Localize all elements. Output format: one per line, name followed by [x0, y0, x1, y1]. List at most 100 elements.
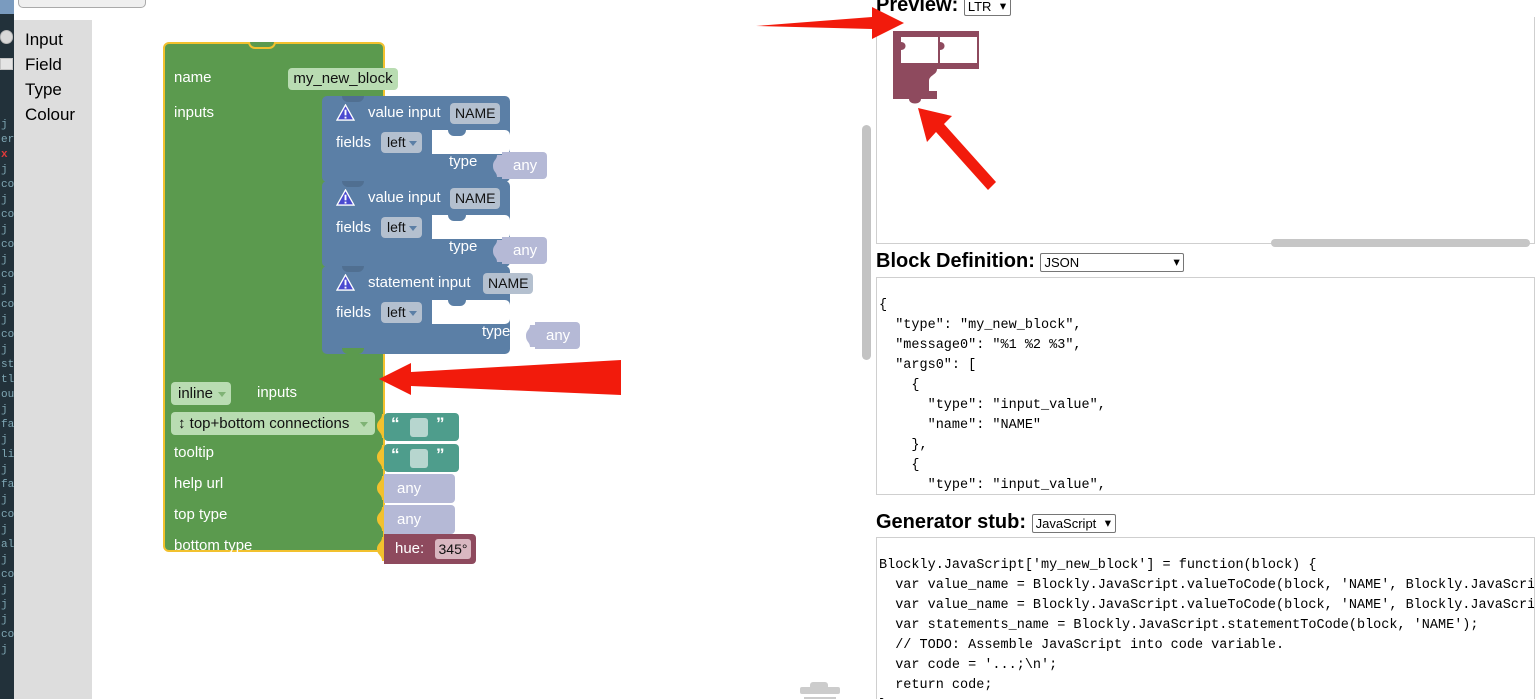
quote-open-glyph: “ — [391, 414, 400, 433]
input-name-field[interactable]: NAME — [450, 188, 500, 209]
toolbox-item-input[interactable]: Input — [14, 27, 92, 52]
preview-direction-select[interactable]: LTR — [963, 0, 1011, 17]
editor-code-line: co — [1, 569, 14, 581]
fields-socket[interactable] — [432, 300, 510, 324]
tooltip-row-label: tooltip — [174, 444, 215, 461]
editor-code-line: er — [1, 134, 14, 146]
editor-code-line: fa — [1, 419, 14, 431]
hue-value-input[interactable]: 345° — [435, 539, 471, 559]
editor-code-line: j — [1, 254, 8, 266]
preview-horizontal-scrollbar[interactable] — [1271, 239, 1530, 247]
editor-code-line: co — [1, 179, 14, 191]
generator-stub-heading: Generator stub: — [876, 511, 1027, 533]
preview-heading: Preview: — [876, 0, 959, 16]
top-type-block[interactable]: any — [384, 474, 455, 503]
preview-block-shape[interactable] — [891, 29, 986, 109]
editor-code-line: j — [1, 284, 8, 296]
blockly-toolbox: Input Field Type Colour — [14, 20, 92, 699]
input-name-field[interactable]: NAME — [450, 103, 500, 124]
block-notch — [342, 96, 364, 102]
statement-input-block-3[interactable]: statement input NAME fields left type — [322, 266, 533, 354]
type-label: type — [449, 238, 478, 255]
tooltip-text-block[interactable]: “ ” — [384, 413, 459, 441]
editor-code-line: j — [1, 614, 8, 626]
window-chrome-pill — [0, 30, 13, 44]
editor-code-line: j — [1, 599, 8, 611]
colour-hue-block[interactable]: hue: 345° — [384, 534, 476, 564]
window-chrome-fragment — [0, 0, 14, 14]
helpurl-row-label: help url — [174, 475, 224, 492]
input-kind-label: value input — [368, 104, 441, 121]
block-definition-format-select[interactable]: JSON — [1040, 253, 1185, 273]
block-notch — [342, 181, 364, 187]
toolbox-item-field[interactable]: Field — [14, 52, 92, 77]
editor-code-line: ou — [1, 389, 14, 401]
trashcan-lid — [800, 687, 840, 694]
editor-code-line: j — [1, 584, 8, 596]
helpurl-text-block[interactable]: “ ” — [384, 444, 459, 472]
editor-code-line: j — [1, 494, 8, 506]
fields-socket[interactable] — [432, 130, 510, 154]
block-top-notch — [248, 42, 276, 49]
trashcan-icon[interactable] — [798, 675, 842, 699]
workspace-vertical-scrollbar[interactable] — [862, 125, 871, 360]
editor-code-line: co — [1, 239, 14, 251]
editor-code-line: tl — [1, 374, 14, 386]
editor-code-line: j — [1, 434, 8, 446]
inline-mode-dropdown[interactable]: inline — [171, 382, 232, 405]
blockly-workspace[interactable]: name my_new_block inputs inline inputs ↕… — [92, 20, 864, 699]
bottom-type-block[interactable]: any — [384, 505, 455, 534]
toolbox-item-colour[interactable]: Colour — [14, 102, 92, 127]
quote-open-glyph: “ — [391, 445, 400, 464]
block-name-input[interactable]: my_new_block — [288, 68, 398, 90]
fields-socket[interactable] — [432, 215, 510, 239]
top-toolbar-field[interactable] — [18, 0, 146, 8]
field-align-dropdown[interactable]: left — [381, 132, 422, 153]
helpurl-text-input[interactable] — [410, 449, 428, 468]
fields-label: fields — [336, 219, 372, 236]
connections-dropdown[interactable]: ↕ top+bottom connections — [171, 412, 375, 435]
generator-stub-area[interactable]: Blockly.JavaScript['my_new_block'] = fun… — [876, 537, 1535, 699]
warning-icon[interactable] — [336, 104, 355, 121]
value-input-block-1[interactable]: value input NAME fields left type — [322, 96, 510, 182]
editor-code-line: j — [1, 524, 8, 536]
hue-label: hue: — [395, 540, 425, 557]
app-root: j er x j co j co j co j co j co j co j st tl ou j fa j li j fa j c… — [0, 0, 1535, 699]
generator-stub-language-selectwrap: JavaScript — [1031, 511, 1116, 534]
input-name-field[interactable]: NAME — [483, 273, 533, 294]
field-align-dropdown[interactable]: left — [381, 302, 422, 323]
editor-code-line: li — [1, 449, 14, 461]
type-label: type — [482, 323, 511, 340]
generator-stub-code[interactable]: Blockly.JavaScript['my_new_block'] = fun… — [877, 552, 1534, 699]
block-definition-code[interactable]: { "type": "my_new_block", "message0": "%… — [877, 292, 1534, 495]
editor-code-line: st — [1, 359, 14, 371]
editor-code-line: co — [1, 269, 14, 281]
window-chrome-pill-secondary — [0, 58, 13, 70]
toolbox-item-type[interactable]: Type — [14, 77, 92, 102]
top-type-row-label: top type — [174, 506, 228, 523]
type-any-block-1[interactable]: any — [502, 152, 547, 179]
preview-section: Preview: LTR — [876, 0, 1011, 17]
value-input-block-2[interactable]: value input NAME fields left type — [322, 181, 510, 267]
generator-stub-language-select[interactable]: JavaScript — [1031, 514, 1116, 534]
editor-code-line: j — [1, 224, 8, 236]
inline-row-label: inputs — [257, 384, 298, 401]
editor-code-line: j — [1, 164, 8, 176]
type-any-block-3[interactable]: any — [535, 322, 580, 349]
warning-icon[interactable] — [336, 274, 355, 291]
block-definition-area[interactable]: { "type": "my_new_block", "message0": "%… — [876, 277, 1535, 495]
tooltip-text-input[interactable] — [410, 418, 428, 437]
editor-code-line: al — [1, 539, 14, 551]
block-bottom-notch — [342, 348, 364, 354]
quote-close-glyph: ” — [436, 445, 445, 464]
field-align-dropdown[interactable]: left — [381, 217, 422, 238]
editor-code-line: fa — [1, 479, 14, 491]
warning-icon[interactable] — [336, 189, 355, 206]
background-code-editor: j er x j co j co j co j co j co j co j st tl ou j fa j li j fa j c… — [0, 0, 14, 699]
factory-base-block[interactable]: name my_new_block inputs inline inputs ↕… — [163, 42, 580, 585]
input-kind-label: statement input — [368, 274, 471, 291]
fields-label: fields — [336, 304, 372, 321]
preview-area[interactable] — [876, 17, 1535, 247]
editor-code-line: j — [1, 464, 8, 476]
type-any-block-2[interactable]: any — [502, 237, 547, 264]
